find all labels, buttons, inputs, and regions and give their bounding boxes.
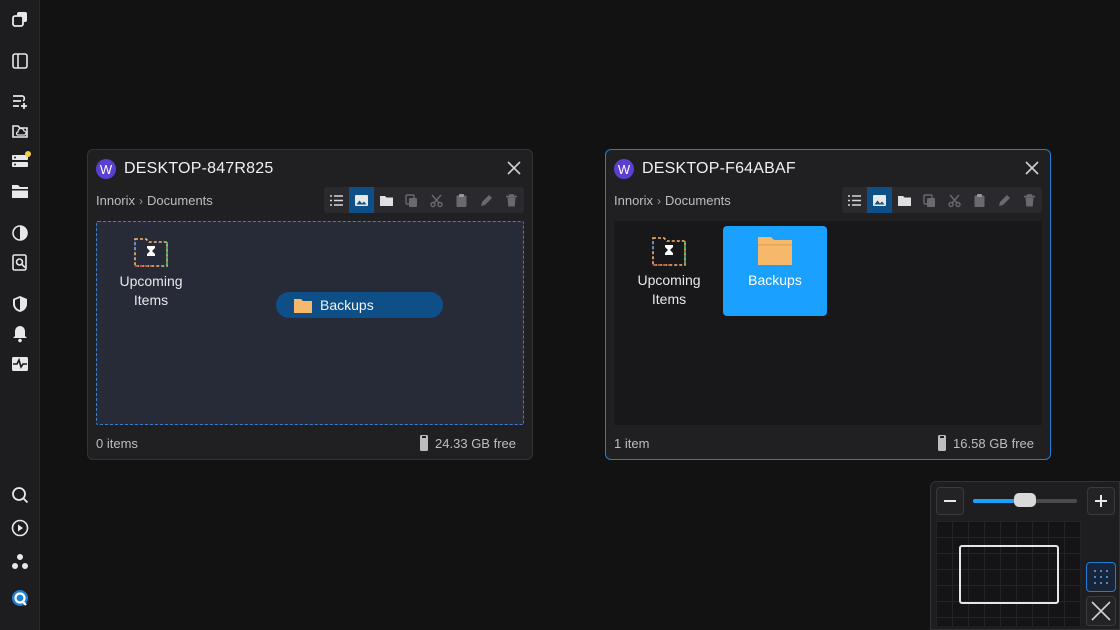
window-title-bar[interactable]: W DESKTOP-847R825 — [96, 158, 273, 180]
hourglass-folder-icon — [651, 235, 687, 267]
grid-dots-icon — [1094, 570, 1108, 584]
file-item-backups[interactable]: Backups — [723, 226, 827, 316]
minimap-canvas[interactable] — [936, 521, 1081, 626]
search-icon[interactable] — [9, 484, 31, 506]
file-toolbar — [324, 187, 524, 213]
thumbnail-view-icon[interactable] — [349, 187, 374, 213]
thumbnail-view-icon[interactable] — [867, 187, 892, 213]
folder-icon[interactable] — [9, 180, 31, 202]
breadcrumb-item-innorix[interactable]: Innorix — [614, 193, 653, 208]
window-title: DESKTOP-847R825 — [124, 160, 274, 177]
plus-icon — [1095, 495, 1107, 507]
list-view-icon[interactable] — [324, 187, 349, 213]
crossed-arrows-icon — [1091, 601, 1111, 621]
folder-icon — [294, 298, 312, 313]
copy-icon[interactable] — [917, 187, 942, 213]
bell-icon[interactable] — [9, 323, 31, 345]
search-document-icon[interactable] — [9, 252, 31, 274]
new-folder-icon[interactable] — [892, 187, 917, 213]
fit-view-button[interactable] — [1086, 596, 1116, 626]
cluster-icon[interactable] — [9, 551, 31, 573]
avatar: W — [614, 159, 634, 179]
cut-icon[interactable] — [942, 187, 967, 213]
left-sidebar — [0, 0, 40, 630]
cloud-folder-icon[interactable] — [9, 120, 31, 142]
minimap-panel — [930, 481, 1120, 630]
activity-monitor-icon[interactable] — [9, 353, 31, 375]
play-circle-icon[interactable] — [9, 517, 31, 539]
file-item-upcoming-items[interactable]: Upcoming Items — [99, 236, 203, 310]
breadcrumb-item-documents[interactable]: Documents — [665, 193, 731, 208]
zoom-in-button[interactable] — [1087, 487, 1115, 515]
status-bar: 1 item 16.58 GB free — [614, 434, 1034, 452]
breadcrumb-item-innorix[interactable]: Innorix — [96, 193, 135, 208]
delete-icon[interactable] — [1017, 187, 1042, 213]
drive-icon — [420, 435, 429, 451]
item-count: 1 item — [614, 435, 650, 451]
free-space: 24.33 GB free — [419, 434, 516, 452]
pie-chart-icon[interactable] — [9, 222, 31, 244]
drive-icon — [938, 435, 947, 451]
drag-chip-backups[interactable]: Backups — [276, 292, 443, 318]
window-desktop-f64abaf[interactable]: W DESKTOP-F64ABAF Innorix › Documents Up… — [605, 149, 1051, 460]
free-space: 16.58 GB free — [937, 434, 1034, 452]
file-area[interactable]: Upcoming Items Backups — [614, 221, 1042, 425]
zoom-out-button[interactable] — [936, 487, 964, 515]
rename-icon[interactable] — [474, 187, 499, 213]
zoom-slider-thumb[interactable] — [1014, 493, 1036, 507]
file-item-upcoming-items[interactable]: Upcoming Items — [617, 235, 721, 309]
file-label-line1: Upcoming — [119, 273, 183, 289]
paste-icon[interactable] — [449, 187, 474, 213]
free-space-text: 24.33 GB free — [435, 435, 516, 451]
notification-dot — [25, 151, 31, 157]
breadcrumb-item-documents[interactable]: Documents — [147, 193, 213, 208]
chevron-right-icon: › — [139, 193, 144, 208]
minimap-viewport[interactable] — [959, 545, 1059, 604]
breadcrumb: Innorix › Documents — [614, 193, 731, 208]
chevron-right-icon: › — [657, 193, 662, 208]
minus-icon — [944, 500, 956, 502]
drag-chip-label: Backups — [320, 297, 374, 313]
folder-icon — [757, 235, 793, 267]
window-title-bar[interactable]: W DESKTOP-F64ABAF — [614, 158, 796, 180]
sync-circle-icon[interactable] — [9, 587, 31, 609]
list-view-icon[interactable] — [842, 187, 867, 213]
status-bar: 0 items 24.33 GB free — [96, 434, 516, 452]
rename-icon[interactable] — [992, 187, 1017, 213]
free-space-text: 16.58 GB free — [953, 435, 1034, 451]
file-label-line1: Upcoming — [637, 272, 701, 288]
app-windows-icon[interactable] — [9, 8, 31, 30]
delete-icon[interactable] — [499, 187, 524, 213]
shield-icon[interactable] — [9, 293, 31, 315]
breadcrumb: Innorix › Documents — [96, 193, 213, 208]
file-area-dropzone[interactable]: Upcoming Items Backups — [96, 221, 524, 425]
copy-icon[interactable] — [399, 187, 424, 213]
new-folder-icon[interactable] — [374, 187, 399, 213]
file-label-line2: Items — [133, 292, 169, 308]
paste-icon[interactable] — [967, 187, 992, 213]
window-desktop-847r825[interactable]: W DESKTOP-847R825 Innorix › Documents Up… — [87, 149, 533, 460]
cut-icon[interactable] — [424, 187, 449, 213]
file-toolbar — [842, 187, 1042, 213]
zoom-slider[interactable] — [973, 493, 1077, 507]
add-list-icon[interactable] — [9, 90, 31, 112]
item-count: 0 items — [96, 435, 138, 451]
grid-snap-button[interactable] — [1086, 562, 1116, 592]
avatar: W — [96, 159, 116, 179]
server-icon[interactable] — [9, 150, 31, 172]
hourglass-folder-icon — [133, 236, 169, 268]
sidebar-panel-icon[interactable] — [9, 50, 31, 72]
file-label-line2: Items — [651, 291, 687, 307]
file-label: Backups — [748, 272, 802, 288]
close-icon[interactable] — [506, 160, 522, 176]
close-icon[interactable] — [1024, 160, 1040, 176]
window-title: DESKTOP-F64ABAF — [642, 160, 796, 177]
